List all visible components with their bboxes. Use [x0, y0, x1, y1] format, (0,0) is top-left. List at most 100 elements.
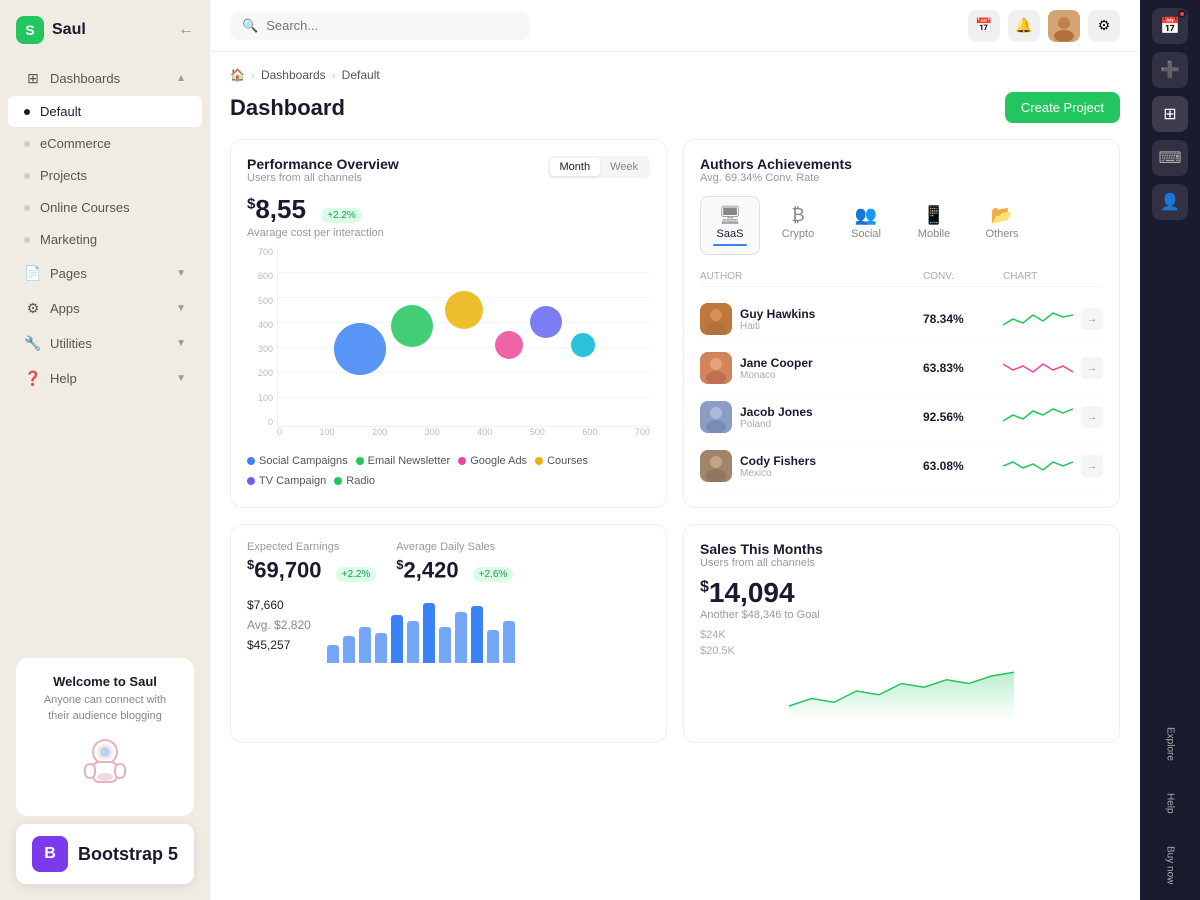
legend-radio: Radio — [334, 475, 375, 487]
tab-saas[interactable]: 🖥 SaaS — [700, 196, 760, 255]
chart-area — [277, 247, 650, 427]
view-btn-guy[interactable]: → — [1081, 308, 1103, 330]
rp-calendar-icon[interactable]: 📅 — [1152, 8, 1188, 44]
buy-now-label[interactable]: Buy now — [1161, 838, 1180, 892]
breadcrumb: 🏠 › Dashboards › Default — [230, 68, 1120, 82]
rp-badge-dot — [1178, 10, 1186, 18]
bar-5 — [391, 615, 403, 663]
search-icon: 🔍 — [242, 18, 258, 34]
tab-crypto[interactable]: ₿ Crypto — [768, 196, 828, 255]
rp-code-icon[interactable]: ⌨ — [1152, 140, 1188, 176]
sidebar-item-marketing[interactable]: Marketing — [8, 224, 202, 255]
bar-12 — [503, 621, 515, 663]
bar-4 — [375, 633, 387, 663]
breadcrumb-home-icon: 🏠 — [230, 68, 245, 82]
tab-others[interactable]: 📂 Others — [972, 196, 1032, 255]
calendar-icon[interactable]: 📅 — [968, 10, 1000, 42]
utilities-arrow: ▼ — [176, 338, 186, 349]
author-row: Jane Cooper Monaco 63.83% → — [700, 344, 1103, 393]
dashboard-grid: Performance Overview Users from all chan… — [230, 139, 1120, 508]
author-avatar-cody — [700, 450, 732, 482]
bar-chart — [327, 603, 650, 663]
user-avatar[interactable] — [1048, 10, 1080, 42]
author-chart-jacob: → — [1003, 405, 1103, 429]
search-input[interactable] — [266, 18, 518, 33]
right-panel: 📅 ➕ ⊞ ⌨ 👤 Explore Help Buy now — [1140, 0, 1200, 900]
rp-plus-icon[interactable]: ➕ — [1152, 52, 1188, 88]
bottom-grid: Expected Earnings $69,700 +2.2% Average … — [230, 524, 1120, 743]
utilities-icon: 🔧 — [24, 334, 42, 352]
author-name-guy: Guy Hawkins — [740, 307, 815, 321]
bar-6 — [407, 621, 419, 663]
author-info-jacob: Jacob Jones Poland — [700, 401, 923, 433]
sidebar-item-pages[interactable]: 📄 Pages ▼ — [8, 256, 202, 290]
help-label[interactable]: Help — [1161, 785, 1180, 822]
saas-icon: 🖥 — [719, 205, 742, 226]
month-toggle-btn[interactable]: Month — [550, 158, 601, 176]
topbar: 🔍 📅 🔔 ⚙ — [210, 0, 1140, 52]
earnings-list: $7,660 Avg. $2,820 $45,257 — [247, 595, 311, 663]
rp-grid-icon[interactable]: ⊞ — [1152, 96, 1188, 132]
view-btn-cody[interactable]: → — [1081, 455, 1103, 477]
sidebar-item-dashboards[interactable]: ⊞ Dashboards ▲ — [8, 61, 202, 95]
notification-icon[interactable]: 🔔 — [1008, 10, 1040, 42]
week-toggle-btn[interactable]: Week — [600, 158, 648, 176]
app-name: Saul — [52, 21, 86, 39]
author-row: Jacob Jones Poland 92.56% → — [700, 393, 1103, 442]
view-btn-jane[interactable]: → — [1081, 357, 1103, 379]
view-btn-jacob[interactable]: → — [1081, 406, 1103, 428]
author-location-jacob: Poland — [740, 419, 813, 430]
daily-sales-value: $2,420 +2.6% — [396, 557, 513, 583]
sidebar-item-default[interactable]: Default — [8, 96, 202, 127]
sidebar-item-ecommerce[interactable]: eCommerce — [8, 128, 202, 159]
sidebar-item-apps[interactable]: ⚙ Apps ▼ — [8, 291, 202, 325]
legend-tv: TV Campaign — [247, 475, 326, 487]
performance-card-header: Performance Overview Users from all chan… — [247, 156, 650, 184]
create-project-button[interactable]: Create Project — [1005, 92, 1120, 123]
legend-ads: Google Ads — [458, 455, 527, 467]
sidebar-item-online-courses[interactable]: Online Courses — [8, 192, 202, 223]
category-tabs: 🖥 SaaS ₿ Crypto 👥 Social — [700, 196, 1103, 255]
sidebar-item-help[interactable]: ❓ Help ▼ — [8, 361, 202, 395]
back-icon[interactable]: ← — [178, 21, 194, 39]
daily-badge: +2.6% — [473, 567, 514, 582]
bootstrap-label: Bootstrap 5 — [78, 844, 178, 865]
breadcrumb-default[interactable]: Default — [342, 68, 380, 82]
explore-label[interactable]: Explore — [1161, 719, 1180, 769]
rp-user-icon[interactable]: 👤 — [1152, 184, 1188, 220]
sidebar-footer: Welcome to Saul Anyone can connect with … — [0, 642, 210, 900]
sidebar-item-projects[interactable]: Projects — [8, 160, 202, 191]
earnings-card: Expected Earnings $69,700 +2.2% Average … — [230, 524, 667, 743]
expected-earnings-value: $69,700 +2.2% — [247, 557, 376, 583]
tab-mobile[interactable]: 📱 Mobile — [904, 196, 964, 255]
bar-chart-container — [327, 595, 650, 663]
bubble-social — [334, 323, 386, 375]
page-content-area: 🏠 › Dashboards › Default Dashboard Creat… — [210, 52, 1140, 759]
topbar-right: 📅 🔔 ⚙ — [968, 10, 1120, 42]
pages-icon: 📄 — [24, 264, 42, 282]
authors-subtitle: Avg. 69.34% Conv. Rate — [700, 172, 852, 184]
tab-social[interactable]: 👥 Social — [836, 196, 896, 255]
settings-icon[interactable]: ⚙ — [1088, 10, 1120, 42]
sales-card: Sales This Months Users from all channel… — [683, 524, 1120, 743]
breadcrumb-dashboards[interactable]: Dashboards — [261, 68, 326, 82]
sidebar-item-utilities[interactable]: 🔧 Utilities ▼ — [8, 326, 202, 360]
author-info-jane: Jane Cooper Monaco — [700, 352, 923, 384]
bar-3 — [359, 627, 371, 663]
metric-label: Avarage cost per interaction — [247, 227, 650, 239]
chart-legend: Social Campaigns Email Newsletter Google… — [247, 455, 650, 487]
others-icon: 📂 — [991, 205, 1013, 226]
page-header: Dashboard Create Project — [230, 92, 1120, 123]
bar-2 — [343, 636, 355, 663]
bubble-ads — [495, 331, 523, 359]
bar-8 — [439, 627, 451, 663]
apps-arrow: ▼ — [176, 303, 186, 314]
author-avatar-guy — [700, 303, 732, 335]
bar-9 — [455, 612, 467, 663]
author-location-cody: Mexico — [740, 468, 816, 479]
daily-sales-metric: Average Daily Sales $2,420 +2.6% — [396, 541, 513, 583]
astronaut-illustration — [65, 732, 145, 792]
bootstrap-icon: B — [32, 836, 68, 872]
performance-subtitle: Users from all channels — [247, 172, 399, 184]
search-box[interactable]: 🔍 — [230, 12, 530, 40]
